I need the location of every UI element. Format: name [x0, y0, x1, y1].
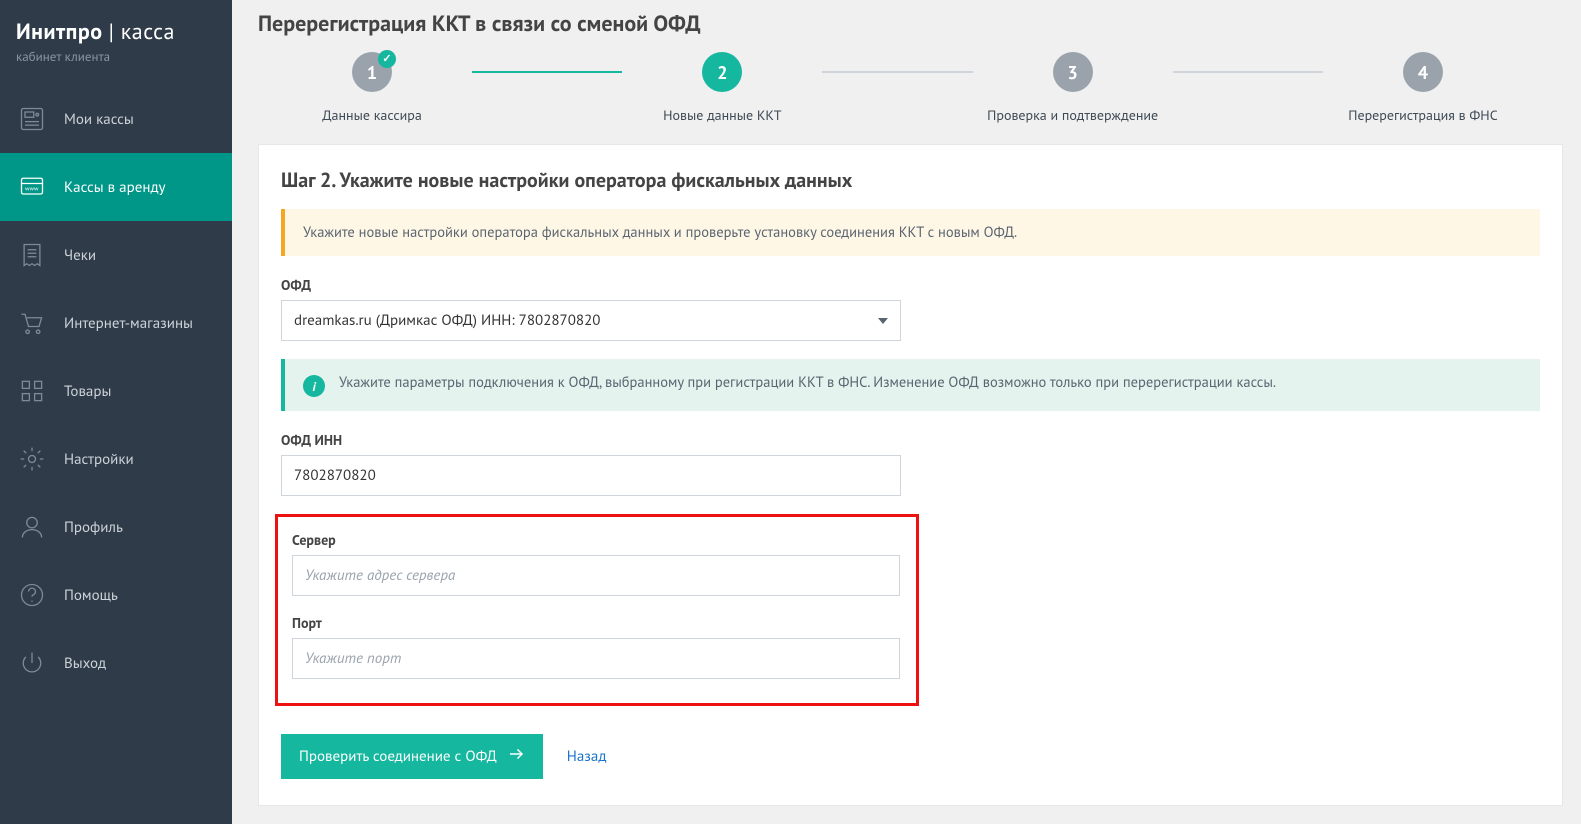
brand: Инитпро | касса кабинет клиента — [0, 0, 232, 75]
cart-icon — [16, 307, 48, 339]
sidebar-item-label: Профиль — [64, 518, 123, 537]
brand-name-1: Инитпро — [16, 18, 103, 46]
highlight-box: Сервер Порт — [275, 514, 919, 706]
port-label: Порт — [292, 614, 902, 632]
step-line — [822, 71, 972, 73]
sidebar-item-label: Интернет-магазины — [64, 314, 193, 333]
sidebar-item-label: Настройки — [64, 450, 134, 469]
inn-label: ОФД ИНН — [281, 431, 1540, 449]
step-line — [472, 71, 622, 73]
step-circle: 2 — [702, 52, 742, 92]
step-label: Данные кассира — [322, 106, 422, 124]
brand-name-2: касса — [121, 18, 175, 46]
field-server: Сервер — [292, 531, 902, 596]
arrow-right-icon — [507, 745, 525, 768]
page-title: Перерегистрация ККТ в связи со сменой ОФ… — [232, 0, 1563, 52]
ofd-select-value: dreamkas.ru (Дримкас ОФД) ИНН: 780287082… — [294, 311, 600, 330]
step-circle: 3 — [1053, 52, 1093, 92]
sidebar-item-settings[interactable]: Настройки — [0, 425, 232, 493]
info-icon: i — [303, 375, 325, 397]
field-inn: ОФД ИНН — [281, 431, 1540, 496]
form-actions: Проверить соединение с ОФД Назад — [281, 734, 1540, 779]
step-line — [1173, 71, 1323, 73]
sidebar-item-goods[interactable]: Товары — [0, 357, 232, 425]
receipt-icon — [16, 239, 48, 271]
check-connection-button[interactable]: Проверить соединение с ОФД — [281, 734, 543, 779]
grid-icon — [16, 375, 48, 407]
sidebar-item-label: Товары — [64, 382, 111, 401]
gear-icon — [16, 443, 48, 475]
browser-icon: www — [16, 171, 48, 203]
field-ofd: ОФД dreamkas.ru (Дримкас ОФД) ИНН: 78028… — [281, 276, 1540, 341]
sidebar-item-label: Мои кассы — [64, 110, 134, 129]
cash-register-icon — [16, 103, 48, 135]
step-1[interactable]: 1 ✓ Данные кассира — [272, 52, 472, 124]
chevron-down-icon — [878, 318, 888, 324]
server-input[interactable] — [292, 555, 900, 596]
inn-input[interactable] — [281, 455, 901, 496]
help-icon — [16, 579, 48, 611]
sidebar-item-shops[interactable]: Интернет-магазины — [0, 289, 232, 357]
step-label: Новые данные ККТ — [663, 106, 781, 124]
card-title: Шаг 2. Укажите новые настройки оператора… — [281, 167, 1540, 193]
port-input[interactable] — [292, 638, 900, 679]
sidebar: Инитпро | касса кабинет клиента Мои касс… — [0, 0, 232, 824]
step-circle: 4 — [1403, 52, 1443, 92]
sidebar-item-label: Кассы в аренду — [64, 178, 166, 197]
step-2[interactable]: 2 Новые данные ККТ — [622, 52, 822, 124]
sidebar-item-exit[interactable]: Выход — [0, 629, 232, 697]
sidebar-item-rent[interactable]: www Кассы в аренду — [0, 153, 232, 221]
sidebar-item-label: Чеки — [64, 246, 96, 265]
svg-text:www: www — [25, 185, 39, 193]
step-3[interactable]: 3 Проверка и подтверждение — [973, 52, 1173, 124]
sidebar-item-label: Выход — [64, 654, 106, 673]
step-label: Проверка и подтверждение — [987, 106, 1158, 124]
back-link[interactable]: Назад — [567, 747, 607, 766]
ofd-select[interactable]: dreamkas.ru (Дримкас ОФД) ИНН: 780287082… — [281, 300, 901, 341]
stepper: 1 ✓ Данные кассира 2 Новые данные ККТ 3 … — [232, 52, 1563, 130]
sidebar-item-profile[interactable]: Профиль — [0, 493, 232, 561]
sidebar-item-help[interactable]: Помощь — [0, 561, 232, 629]
alert-warning: Укажите новые настройки оператора фискал… — [281, 209, 1540, 256]
check-icon: ✓ — [378, 50, 396, 68]
brand-subtitle: кабинет клиента — [16, 48, 216, 65]
sidebar-item-my-kassy[interactable]: Мои кассы — [0, 85, 232, 153]
main: Перерегистрация ККТ в связи со сменой ОФ… — [232, 0, 1581, 824]
power-icon — [16, 647, 48, 679]
ofd-label: ОФД — [281, 276, 1540, 294]
sidebar-item-label: Помощь — [64, 586, 118, 605]
user-icon — [16, 511, 48, 543]
server-label: Сервер — [292, 531, 902, 549]
alert-info: i Укажите параметры подключения к ОФД, в… — [281, 359, 1540, 411]
form-card: Шаг 2. Укажите новые настройки оператора… — [258, 144, 1563, 806]
step-circle: 1 ✓ — [352, 52, 392, 92]
step-4[interactable]: 4 Перерегистрация в ФНС — [1323, 52, 1523, 124]
step-label: Перерегистрация в ФНС — [1348, 106, 1497, 124]
sidebar-nav: Мои кассы www Кассы в аренду Чеки Интерн… — [0, 85, 232, 697]
field-port: Порт — [292, 614, 902, 679]
sidebar-item-cheki[interactable]: Чеки — [0, 221, 232, 289]
